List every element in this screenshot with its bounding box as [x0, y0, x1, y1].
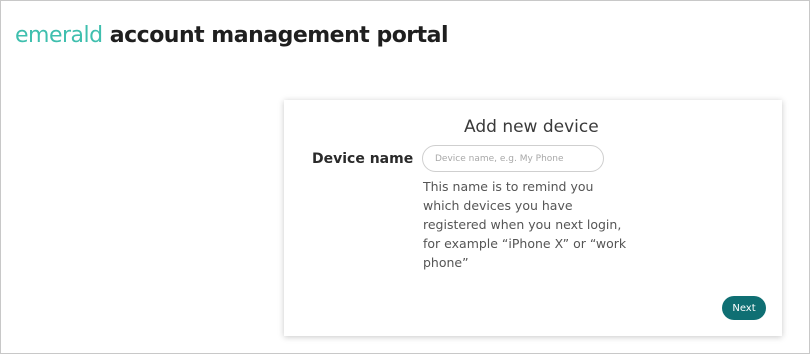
device-name-label: Device name — [312, 151, 414, 167]
device-name-help-text: This name is to remind you which devices… — [423, 179, 627, 270]
next-button[interactable]: Next — [722, 296, 766, 320]
device-name-input[interactable] — [422, 145, 604, 172]
page-frame: emerald account management portal Add ne… — [0, 0, 810, 354]
portal-logo: emerald account management portal — [15, 23, 449, 48]
brand-name: emerald — [15, 23, 103, 48]
add-device-card: Add new device Device name This name is … — [284, 100, 782, 336]
portal-title: account management portal — [102, 23, 449, 48]
card-title: Add new device — [464, 117, 599, 137]
